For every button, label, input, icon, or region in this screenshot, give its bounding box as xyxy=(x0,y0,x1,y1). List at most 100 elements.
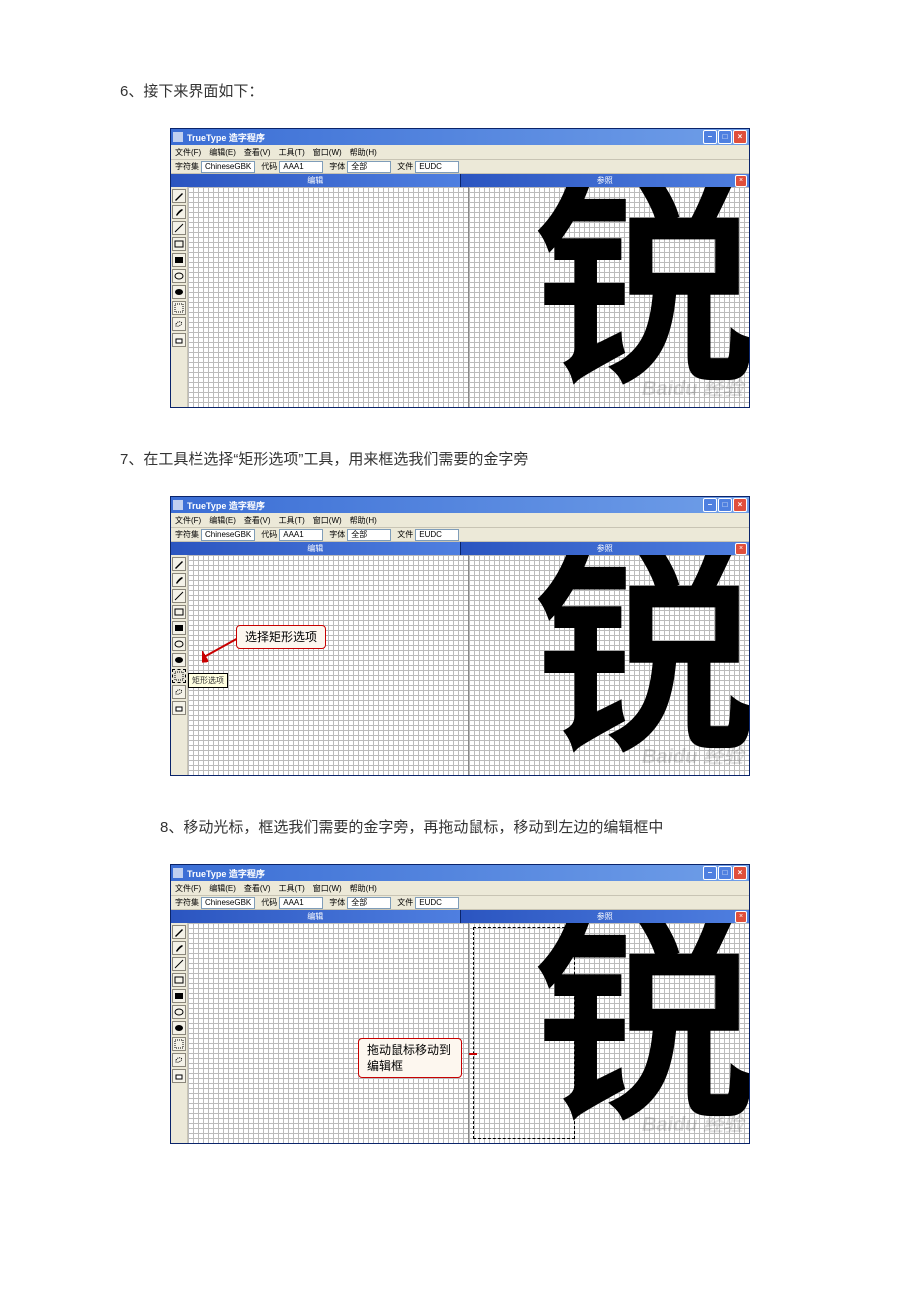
rect-outline-icon[interactable] xyxy=(172,237,186,251)
minimize-button[interactable]: – xyxy=(703,866,717,880)
rect-select-icon[interactable] xyxy=(172,669,186,683)
font-label: 字体 xyxy=(329,161,345,172)
panel-close-button[interactable]: × xyxy=(735,175,747,187)
pencil-icon[interactable] xyxy=(172,925,186,939)
code-value: AAA1 xyxy=(279,161,323,173)
brush-icon[interactable] xyxy=(172,573,186,587)
callout-select-rect: 选择矩形选项 xyxy=(236,625,326,649)
minimize-button[interactable]: – xyxy=(703,130,717,144)
step-8-text: 8、移动光标，框选我们需要的金字旁，再拖动鼠标，移动到左边的编辑框中 xyxy=(160,816,800,840)
maximize-button[interactable]: □ xyxy=(718,498,732,512)
menu-help[interactable]: 帮助(H) xyxy=(350,883,377,894)
rect-select-icon[interactable] xyxy=(172,301,186,315)
menu-edit[interactable]: 编辑(E) xyxy=(209,515,236,526)
menu-window[interactable]: 窗口(W) xyxy=(313,883,342,894)
panel-close-button[interactable]: × xyxy=(735,911,747,923)
tool-column xyxy=(171,555,188,775)
edit-panel[interactable]: 拖动鼠标移动到编辑框 xyxy=(188,923,469,1143)
code-value: AAA1 xyxy=(279,897,323,909)
menu-window[interactable]: 窗口(W) xyxy=(313,515,342,526)
menu-file[interactable]: 文件(F) xyxy=(175,515,201,526)
charset-label: 字符集 xyxy=(175,897,199,908)
menu-view[interactable]: 查看(V) xyxy=(244,883,271,894)
pencil-icon[interactable] xyxy=(172,189,186,203)
free-select-icon[interactable] xyxy=(172,317,186,331)
eraser-icon[interactable] xyxy=(172,701,186,715)
file-value: EUDC xyxy=(415,897,459,909)
menu-edit[interactable]: 编辑(E) xyxy=(209,883,236,894)
rect-outline-icon[interactable] xyxy=(172,973,186,987)
brush-icon[interactable] xyxy=(172,941,186,955)
titlebar[interactable]: TrueType 造字程序 – □ × xyxy=(171,497,749,513)
rect-fill-icon[interactable] xyxy=(172,253,186,267)
menu-help[interactable]: 帮助(H) xyxy=(350,147,377,158)
code-label: 代码 xyxy=(261,161,277,172)
step-7-text: 7、在工具栏选择“矩形选项”工具，用来框选我们需要的金字旁 xyxy=(120,448,800,472)
ellipse-outline-icon[interactable] xyxy=(172,269,186,283)
menubar: 文件(F) 编辑(E) 查看(V) 工具(T) 窗口(W) 帮助(H) xyxy=(171,881,749,896)
titlebar[interactable]: TrueType 造字程序 – □ × xyxy=(171,129,749,145)
file-value: EUDC xyxy=(415,529,459,541)
menu-edit[interactable]: 编辑(E) xyxy=(209,147,236,158)
charset-label: 字符集 xyxy=(175,161,199,172)
pencil-icon[interactable] xyxy=(172,557,186,571)
close-button[interactable]: × xyxy=(733,866,747,880)
menubar: 文件(F) 编辑(E) 查看(V) 工具(T) 窗口(W) 帮助(H) xyxy=(171,513,749,528)
edit-panel[interactable] xyxy=(188,187,469,407)
app-icon xyxy=(173,132,183,142)
rect-select-icon[interactable] xyxy=(172,1037,186,1051)
rect-outline-icon[interactable] xyxy=(172,605,186,619)
menu-file[interactable]: 文件(F) xyxy=(175,147,201,158)
maximize-button[interactable]: □ xyxy=(718,130,732,144)
ellipse-fill-icon[interactable] xyxy=(172,1021,186,1035)
ellipse-outline-icon[interactable] xyxy=(172,1005,186,1019)
tool-column xyxy=(171,923,188,1143)
menu-tools[interactable]: 工具(T) xyxy=(279,147,305,158)
free-select-icon[interactable] xyxy=(172,1053,186,1067)
brush-icon[interactable] xyxy=(172,205,186,219)
line-icon[interactable] xyxy=(172,221,186,235)
menu-view[interactable]: 查看(V) xyxy=(244,147,271,158)
font-value: 全部 xyxy=(347,529,391,541)
menu-window[interactable]: 窗口(W) xyxy=(313,147,342,158)
callout-arrow-icon xyxy=(469,1048,479,1060)
charset-select[interactable]: ChineseGBK xyxy=(201,529,255,541)
line-icon[interactable] xyxy=(172,589,186,603)
file-value: EUDC xyxy=(415,161,459,173)
rect-fill-icon[interactable] xyxy=(172,621,186,635)
optionbar: 字符集 ChineseGBK 代码 AAA1 字体 全部 文件 EUDC xyxy=(171,528,749,542)
step-num: 6 xyxy=(120,83,128,100)
edit-panel[interactable]: 选择矩形选项 矩形选项 xyxy=(188,555,469,775)
maximize-button[interactable]: □ xyxy=(718,866,732,880)
line-icon[interactable] xyxy=(172,957,186,971)
font-label: 字体 xyxy=(329,529,345,540)
rect-fill-icon[interactable] xyxy=(172,989,186,1003)
tool-column xyxy=(171,187,188,407)
charset-select[interactable]: ChineseGBK xyxy=(201,161,255,173)
minimize-button[interactable]: – xyxy=(703,498,717,512)
titlebar[interactable]: TrueType 造字程序 – □ × xyxy=(171,865,749,881)
menu-view[interactable]: 查看(V) xyxy=(244,515,271,526)
panel-close-button[interactable]: × xyxy=(735,543,747,555)
window-title: TrueType 造字程序 xyxy=(187,131,265,144)
close-button[interactable]: × xyxy=(733,498,747,512)
step-6-text: 6、接下来界面如下： xyxy=(120,80,800,104)
ellipse-fill-icon[interactable] xyxy=(172,285,186,299)
reference-panel[interactable]: 锐 Baidu 经验 xyxy=(469,187,749,407)
ellipse-outline-icon[interactable] xyxy=(172,637,186,651)
reference-panel[interactable]: 锐 Baidu 经验 xyxy=(469,555,749,775)
menu-help[interactable]: 帮助(H) xyxy=(350,515,377,526)
menu-tools[interactable]: 工具(T) xyxy=(279,515,305,526)
reference-panel[interactable]: 锐 Baidu 经验 xyxy=(469,923,749,1143)
eraser-icon[interactable] xyxy=(172,1069,186,1083)
free-select-icon[interactable] xyxy=(172,685,186,699)
font-label: 字体 xyxy=(329,897,345,908)
eraser-icon[interactable] xyxy=(172,333,186,347)
close-button[interactable]: × xyxy=(733,130,747,144)
app-icon xyxy=(173,500,183,510)
menu-file[interactable]: 文件(F) xyxy=(175,883,201,894)
charset-select[interactable]: ChineseGBK xyxy=(201,897,255,909)
ellipse-fill-icon[interactable] xyxy=(172,653,186,667)
workarea: 拖动鼠标移动到编辑框 锐 Baidu 经验 xyxy=(171,923,749,1143)
menu-tools[interactable]: 工具(T) xyxy=(279,883,305,894)
